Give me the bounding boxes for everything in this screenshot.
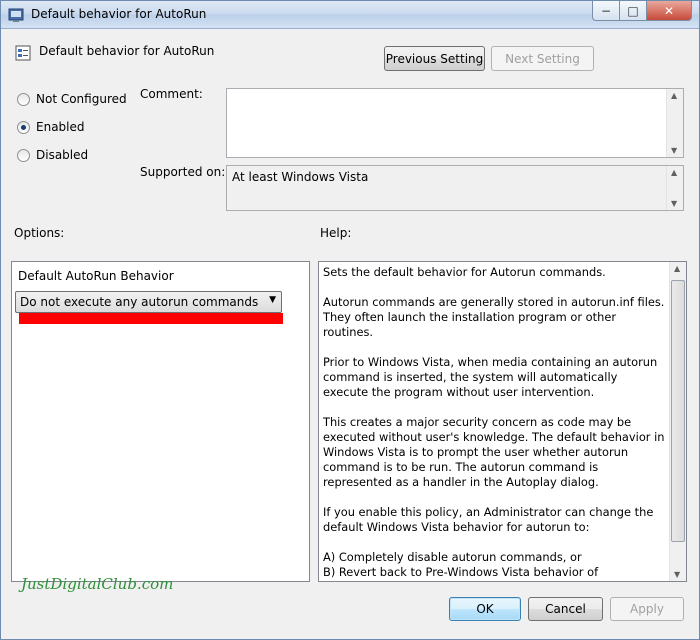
scroll-up-icon[interactable]: ▲ [671,91,677,100]
maximize-button[interactable]: □ [619,1,647,21]
next-setting-button[interactable]: Next Setting [491,46,594,71]
ok-button[interactable]: OK [449,597,521,621]
supported-on-value: At least Windows Vista [232,170,369,184]
comment-label: Comment: [140,87,203,101]
policy-app-icon [8,8,24,22]
scroll-thumb[interactable] [671,280,685,542]
options-label: Options: [14,226,65,240]
autorun-behavior-label: Default AutoRun Behavior [18,269,174,283]
scroll-up-icon[interactable]: ▲ [671,168,677,177]
setting-title: Default behavior for AutoRun [39,44,215,58]
radio-disabled[interactable]: Disabled [17,147,88,163]
previous-setting-button[interactable]: Previous Setting [384,46,485,71]
radio-circle[interactable] [17,92,30,106]
policy-setting-icon [15,45,31,61]
radio-circle-selected[interactable] [17,120,30,134]
policy-window: Default behavior for AutoRun − □ ✕ Defau… [0,0,700,640]
supported-on-field: At least Windows Vista ▲ ▼ [226,165,684,211]
dropdown-selected-value: Do not execute any autorun commands [20,295,259,309]
autorun-behavior-dropdown[interactable]: Do not execute any autorun commands ▼ [15,291,282,313]
window-title: Default behavior for AutoRun [31,7,207,21]
radio-label: Not Configured [36,92,127,106]
supported-scrollbar[interactable]: ▲ ▼ [666,166,683,210]
watermark-text: JustDigitalClub.com [21,575,174,593]
title-bar[interactable]: Default behavior for AutoRun − □ ✕ [1,1,699,29]
scroll-down-icon[interactable]: ▼ [674,570,680,579]
minimize-button[interactable]: − [592,1,620,21]
scroll-down-icon[interactable]: ▼ [671,199,677,208]
scroll-up-icon[interactable]: ▲ [674,264,680,273]
radio-label: Enabled [36,120,85,134]
help-scrollbar[interactable]: ▲ ▼ [669,262,686,581]
scroll-down-icon[interactable]: ▼ [671,146,677,155]
radio-enabled[interactable]: Enabled [17,119,85,135]
comment-scrollbar[interactable]: ▲ ▼ [666,89,683,157]
comment-textarea[interactable]: ▲ ▼ [226,88,684,158]
radio-label: Disabled [36,148,89,162]
supported-on-label: Supported on: [140,165,226,179]
highlight-bar [19,313,283,324]
close-button[interactable]: ✕ [646,1,692,21]
cancel-button[interactable]: Cancel [528,597,603,621]
apply-button[interactable]: Apply [610,597,684,621]
chevron-down-icon[interactable]: ▼ [269,295,276,305]
radio-not-configured[interactable]: Not Configured [17,91,127,107]
help-text: Sets the default behavior for Autorun co… [323,265,665,581]
help-panel: Sets the default behavior for Autorun co… [318,261,687,582]
help-label: Help: [320,226,352,240]
radio-circle[interactable] [17,148,30,162]
dialog-body: Default behavior for AutoRun Previous Se… [6,30,694,636]
